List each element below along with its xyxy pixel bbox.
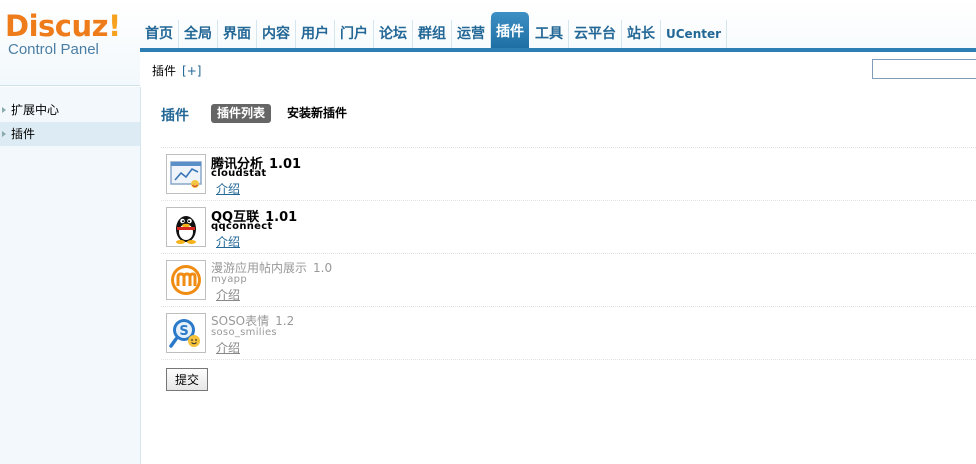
header: Discuz! Control Panel 首页 全局 界面 内容 用户 门户 … bbox=[0, 0, 976, 86]
tab-cloud[interactable]: 云平台 bbox=[569, 20, 622, 48]
plugin-intro-link[interactable]: 介绍 bbox=[216, 233, 240, 250]
plugin-intro-link[interactable]: 介绍 bbox=[216, 180, 240, 197]
arrow-right-icon bbox=[2, 131, 6, 137]
svg-text:S: S bbox=[179, 324, 188, 339]
list-item: S SOSO表情 1.2 soso_smilies 介绍 bbox=[161, 307, 976, 360]
plugin-identifier: qqconnect bbox=[211, 221, 273, 232]
plugin-list: 腾讯分析 1.01 cloudstat 介绍 QQ互联 1.01 qqconnect bbox=[161, 147, 976, 360]
list-item: QQ互联 1.01 qqconnect 介绍 bbox=[161, 201, 976, 254]
sidebar: 扩展中心 插件 bbox=[0, 87, 141, 464]
tab-founder[interactable]: 站长 bbox=[622, 20, 661, 48]
sub-bar: 插件 [+] bbox=[140, 52, 976, 86]
breadcrumb: 插件 [+] bbox=[152, 62, 201, 79]
plugin-intro-link[interactable]: 介绍 bbox=[216, 286, 240, 303]
top-nav: 首页 全局 界面 内容 用户 门户 论坛 群组 运营 插件 工具 云平台 站长 … bbox=[140, 10, 728, 48]
main-content: 插件 插件列表 安装新插件 腾讯分析 1.01 cloudstat 介绍 QQ互… bbox=[141, 87, 976, 464]
tab-forum[interactable]: 论坛 bbox=[374, 20, 413, 48]
list-item: 漫游应用帖内展示 1.0 myapp 介绍 bbox=[161, 254, 976, 307]
plugin-identifier: cloudstat bbox=[211, 168, 267, 179]
page-title: 插件 bbox=[161, 108, 189, 124]
chart-icon bbox=[166, 154, 206, 194]
tab-home[interactable]: 首页 bbox=[140, 20, 179, 48]
plugin-identifier: myapp bbox=[211, 274, 247, 285]
manyou-m-icon bbox=[166, 260, 206, 300]
tab-group[interactable]: 群组 bbox=[413, 20, 452, 48]
logo-subtitle: Control Panel bbox=[8, 41, 99, 58]
logo-brand: Discuz! bbox=[5, 9, 121, 43]
sidebar-item-plugin[interactable]: 插件 bbox=[0, 122, 140, 146]
tab-ucenter[interactable]: UCenter bbox=[661, 20, 728, 48]
plugin-intro-link[interactable]: 介绍 bbox=[216, 339, 240, 356]
search-input[interactable] bbox=[872, 59, 976, 79]
tab-global[interactable]: 全局 bbox=[179, 20, 218, 48]
plugin-list-tab[interactable]: 插件列表 bbox=[211, 104, 272, 123]
sidebar-item-label: 扩展中心 bbox=[11, 103, 60, 117]
tab-content[interactable]: 内容 bbox=[257, 20, 296, 48]
tab-tools[interactable]: 工具 bbox=[530, 20, 569, 48]
qq-penguin-icon bbox=[166, 207, 206, 247]
tab-style[interactable]: 界面 bbox=[218, 20, 257, 48]
logo[interactable]: Discuz! Control Panel bbox=[5, 10, 135, 70]
tab-portal[interactable]: 门户 bbox=[335, 20, 374, 48]
tab-user[interactable]: 用户 bbox=[296, 20, 335, 48]
sidebar-item-label: 插件 bbox=[11, 127, 36, 141]
plugin-identifier: soso_smilies bbox=[211, 327, 277, 338]
arrow-right-icon bbox=[2, 107, 6, 113]
breadcrumb-label: 插件 bbox=[152, 64, 177, 78]
list-item: 腾讯分析 1.01 cloudstat 介绍 bbox=[161, 148, 976, 201]
tab-operation[interactable]: 运营 bbox=[452, 20, 491, 48]
add-shortcut-link[interactable]: [+] bbox=[182, 64, 201, 78]
sidebar-item-extension-center[interactable]: 扩展中心 bbox=[0, 98, 140, 122]
tab-plugin[interactable]: 插件 bbox=[491, 12, 529, 48]
install-plugin-tab[interactable]: 安装新插件 bbox=[287, 104, 347, 123]
soso-search-icon: S bbox=[166, 313, 206, 353]
submit-button[interactable]: 提交 bbox=[166, 368, 208, 391]
